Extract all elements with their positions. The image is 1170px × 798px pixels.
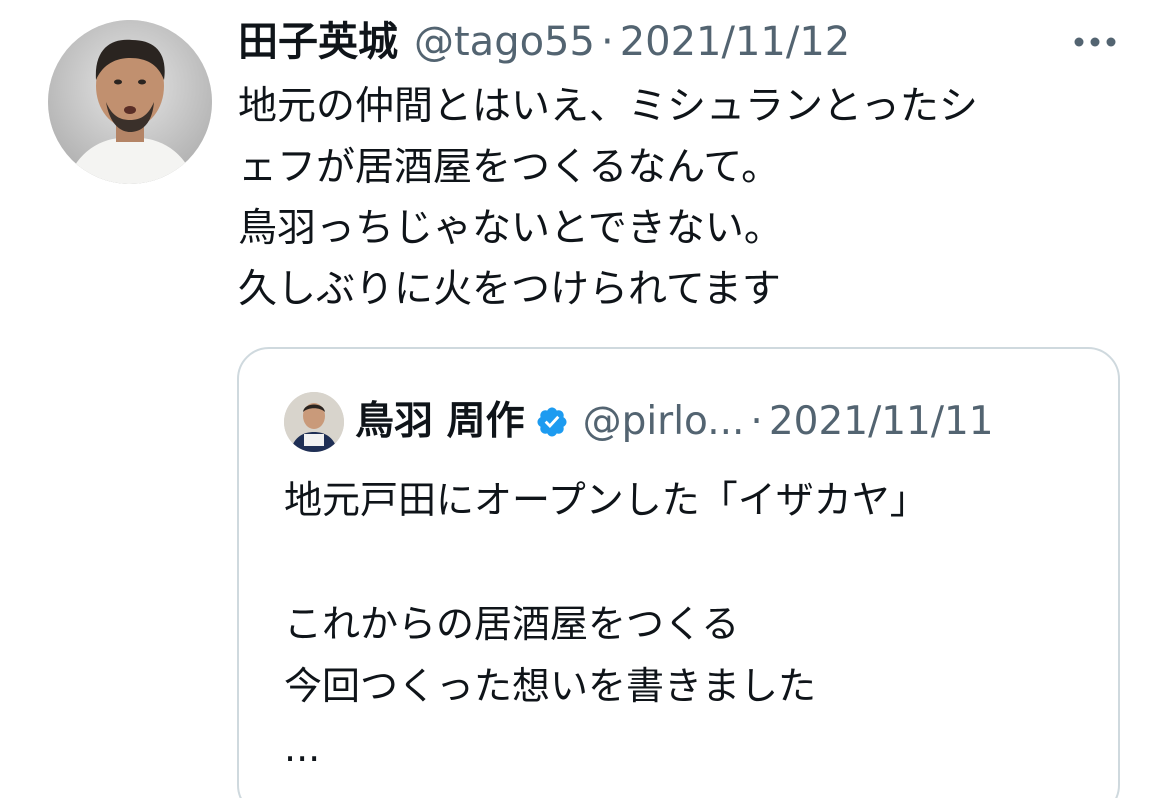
- verified-badge-icon: [535, 405, 569, 439]
- quoted-tweet-date[interactable]: 2021/11/11: [769, 394, 994, 450]
- quoted-tweet-text: 地元戸田にオープンした「イザカヤ」 これからの居酒屋をつくる 今回つくった想いを…: [284, 469, 928, 779]
- quoted-tweet-card[interactable]: 鳥羽 周作 @pirlo... · 2021/11/11 地元戸田にオープンした…: [237, 347, 1120, 798]
- quoted-author-avatar[interactable]: [284, 392, 344, 452]
- quoted-text-line: ...: [284, 726, 321, 770]
- tweet-text-line: ェフが居酒屋をつくるなんて。: [238, 145, 781, 190]
- tweet-text: 地元の仲間とはいえ、ミシュランとったシ ェフが居酒屋をつくるなんて。 鳥羽っちじ…: [238, 76, 1118, 320]
- tweet-header: 田子英城 @tago55 · 2021/11/12: [238, 14, 850, 70]
- quoted-header-separator: ·: [750, 399, 763, 444]
- more-options-button[interactable]: [1070, 24, 1120, 60]
- author-name[interactable]: 田子英城: [238, 14, 398, 70]
- author-handle[interactable]: @tago55: [414, 14, 595, 70]
- quoted-author-name[interactable]: 鳥羽 周作: [355, 394, 525, 450]
- quoted-tweet-header: 鳥羽 周作 @pirlo... · 2021/11/11: [355, 394, 994, 450]
- quoted-author-avatar-image: [284, 392, 344, 452]
- tweet-text-line: 地元の仲間とはいえ、ミシュランとったシ: [238, 84, 978, 129]
- tweet-text-line: 久しぶりに火をつけられてます: [238, 267, 781, 312]
- tweet: 田子英城 @tago55 · 2021/11/12 地元の仲間とはいえ、ミシュラ…: [0, 0, 1170, 798]
- header-separator: ·: [600, 19, 614, 65]
- more-options-icon: [1074, 37, 1116, 47]
- quoted-author-handle[interactable]: @pirlo...: [583, 394, 745, 450]
- author-avatar-image: [48, 20, 212, 184]
- tweet-date[interactable]: 2021/11/12: [620, 14, 851, 70]
- quoted-text-line: これからの居酒屋をつくる: [284, 602, 740, 646]
- tweet-text-line: 鳥羽っちじゃないとできない。: [238, 206, 783, 251]
- quoted-text-line: [284, 531, 928, 593]
- quoted-text-line: 今回つくった想いを書きました: [284, 664, 817, 708]
- author-avatar[interactable]: [48, 20, 212, 184]
- quoted-text-line: 地元戸田にオープンした「イザカヤ」: [284, 478, 928, 522]
